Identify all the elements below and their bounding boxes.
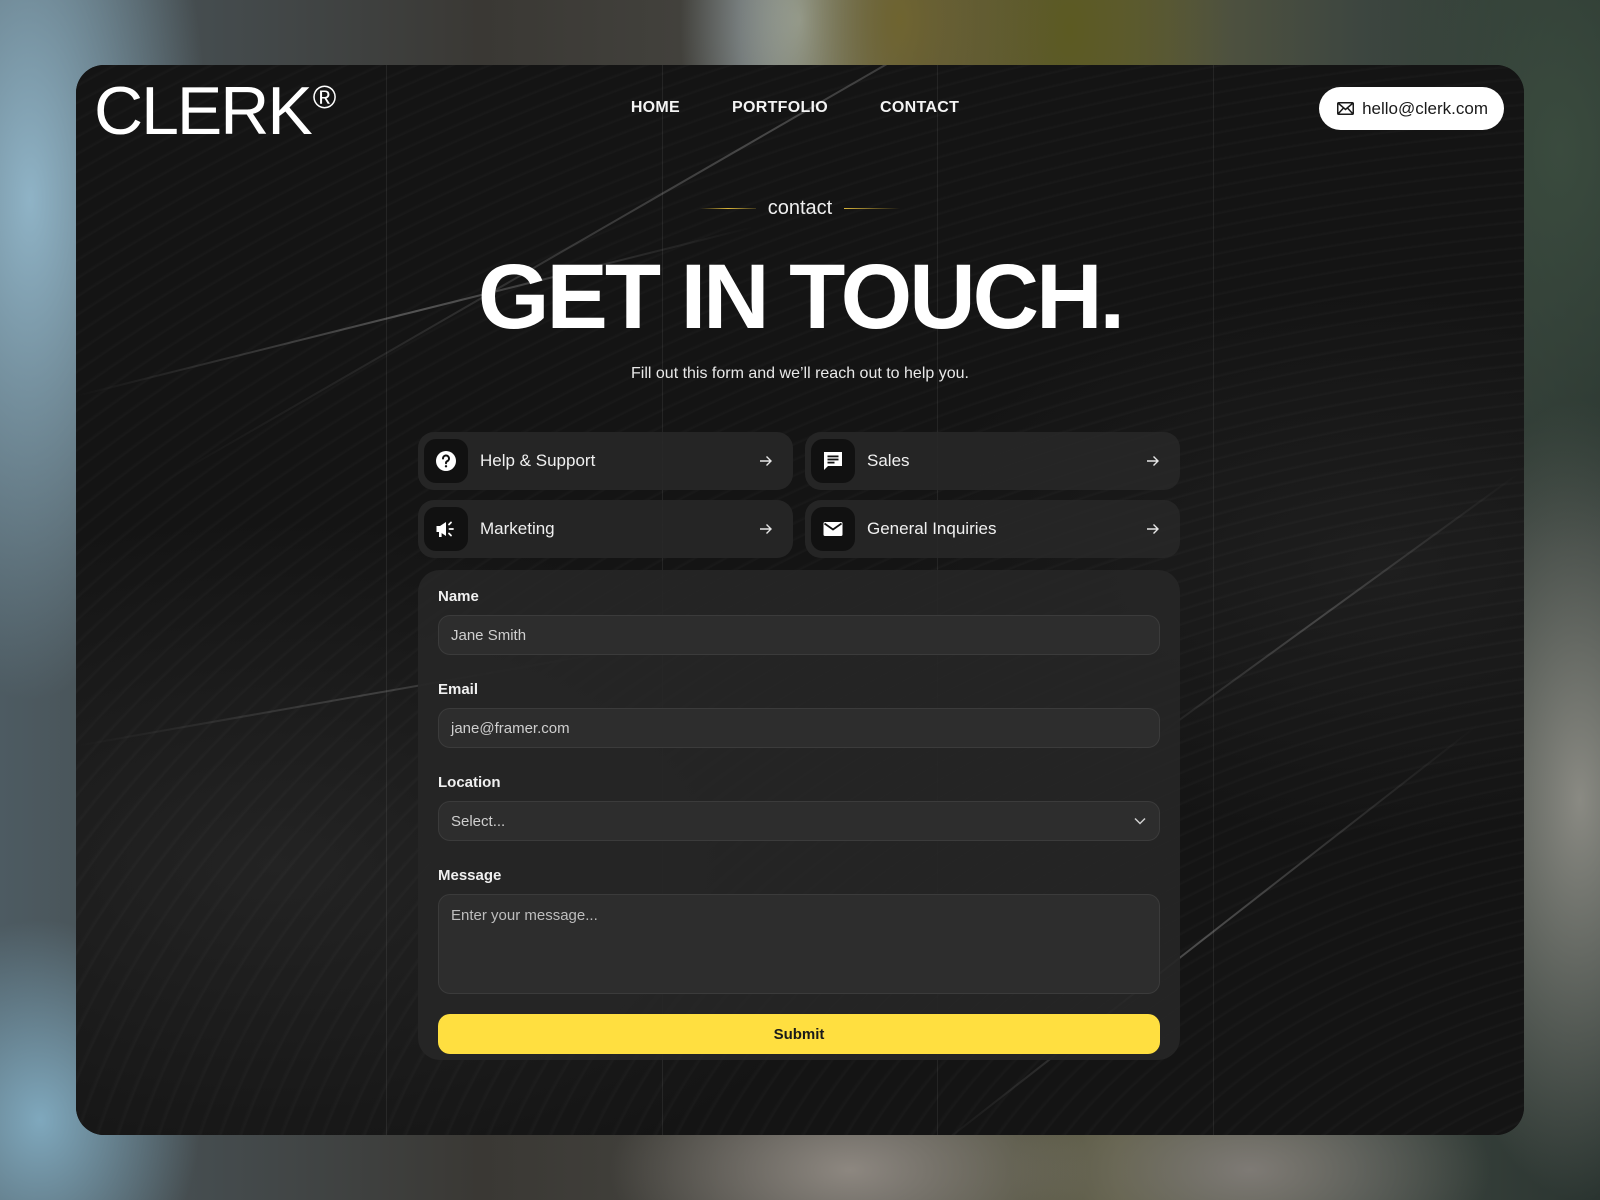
topic-marketing[interactable]: Marketing	[418, 500, 793, 558]
page-subtitle: Fill out this form and we’ll reach out t…	[631, 365, 969, 382]
megaphone-icon	[436, 521, 454, 537]
location-label: Location	[438, 774, 501, 791]
eyebrow-line-right	[844, 208, 901, 209]
name-field[interactable]: Jane Smith	[438, 615, 1160, 655]
name-label: Name	[438, 588, 479, 605]
arrow-right-icon	[759, 455, 773, 467]
email-contact-button[interactable]: hello@clerk.com	[1319, 87, 1504, 130]
topic-icon-box	[424, 439, 468, 483]
nav-home[interactable]: HOME	[631, 99, 680, 117]
main-nav: HOME PORTFOLIO CONTACT	[76, 99, 1524, 117]
contact-form: Name Jane Smith Email jane@framer.com Lo…	[418, 570, 1180, 1060]
name-placeholder: Jane Smith	[451, 626, 527, 644]
email-field[interactable]: jane@framer.com	[438, 708, 1160, 748]
grid-divider	[1213, 65, 1214, 1135]
message-label: Message	[438, 867, 502, 884]
topic-label: Help & Support	[480, 451, 596, 470]
arrow-right-icon	[1146, 455, 1160, 467]
chevron-down-icon	[1134, 817, 1146, 825]
nav-portfolio[interactable]: PORTFOLIO	[732, 99, 828, 117]
mail-outline-icon	[1337, 102, 1355, 115]
topic-icon-box	[424, 507, 468, 551]
email-contact-label: hello@clerk.com	[1362, 98, 1488, 118]
mail-filled-icon	[823, 522, 843, 536]
page-card: CLERK® HOME PORTFOLIO CONTACT hello@cler…	[76, 65, 1524, 1135]
topic-icon-box	[811, 439, 855, 483]
email-placeholder: jane@framer.com	[451, 719, 570, 737]
message-placeholder: Enter your message...	[451, 907, 598, 924]
nav-contact[interactable]: CONTACT	[880, 99, 959, 117]
eyebrow-text: contact	[767, 197, 833, 219]
chat-bubble-icon	[824, 452, 842, 470]
section-eyebrow: contact	[76, 197, 1524, 220]
topic-sales[interactable]: Sales	[805, 432, 1180, 490]
arrow-right-icon	[1146, 523, 1160, 535]
location-select[interactable]: Select...	[438, 801, 1160, 841]
topic-grid: Help & Support Sales Marketing General I…	[418, 432, 1180, 558]
grid-divider	[386, 65, 387, 1135]
topic-icon-box	[811, 507, 855, 551]
arrow-right-icon	[759, 523, 773, 535]
page-title: GET IN TOUCH.	[477, 246, 1125, 348]
eyebrow-line-left	[699, 208, 756, 209]
location-selected-value: Select...	[451, 812, 506, 830]
topic-label: General Inquiries	[867, 519, 997, 538]
help-circle-icon	[436, 451, 456, 471]
submit-button[interactable]: Submit	[438, 1014, 1160, 1054]
topic-help-support[interactable]: Help & Support	[418, 432, 793, 490]
email-label: Email	[438, 681, 479, 698]
topic-label: Sales	[867, 451, 910, 470]
message-textarea[interactable]: Enter your message...	[438, 894, 1160, 994]
topic-general-inquiries[interactable]: General Inquiries	[805, 500, 1180, 558]
topic-label: Marketing	[480, 519, 555, 538]
